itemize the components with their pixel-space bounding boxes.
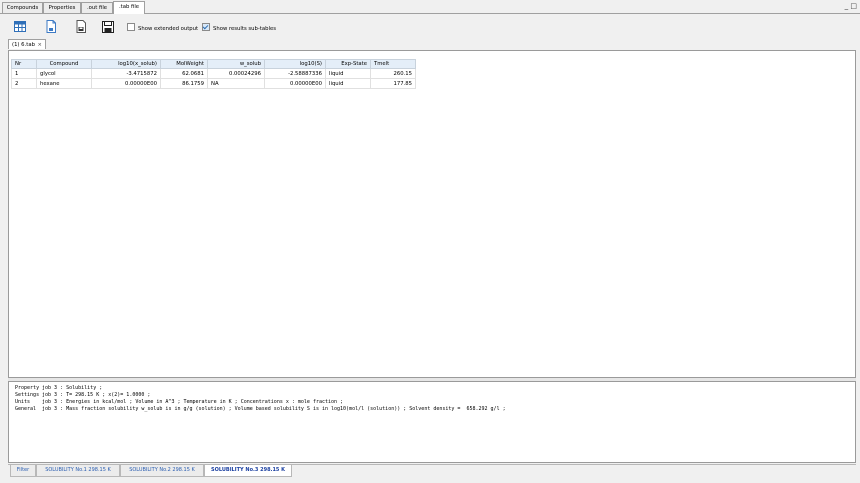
top-tab-bar: Compounds Properties .out file .tab file…	[0, 0, 860, 14]
cell-compound[interactable]: hexane	[36, 78, 92, 89]
cell-nr[interactable]: 1	[11, 68, 37, 79]
cell-nr[interactable]: 2	[11, 78, 37, 89]
cell-tmelt[interactable]: 177.85	[370, 78, 416, 89]
col-header-log10-s[interactable]: log10(S)	[264, 59, 326, 69]
tab-solubility-1[interactable]: SOLUBILITY No.1 298.15 K	[36, 465, 120, 477]
subtables-label: Show results sub-tables	[213, 26, 276, 32]
tab-tab-file[interactable]: .tab file	[113, 1, 145, 14]
checkbox-unchecked-icon	[127, 23, 135, 31]
table-header-row: Nr Compound log10(x_solub) MolWeight w_s…	[11, 59, 416, 69]
cell-log10-s[interactable]: 0.00000E00	[264, 78, 326, 89]
extended-output-checkbox[interactable]: Show extended output	[127, 23, 199, 32]
results-table-panel: Nr Compound log10(x_solub) MolWeight w_s…	[8, 50, 856, 378]
info-text: job 3 : Solubility ;	[42, 385, 103, 391]
info-key: Property	[15, 385, 40, 391]
window-controls[interactable]: _ □	[845, 1, 857, 11]
new-file-icon[interactable]	[45, 20, 57, 33]
cell-w-solub[interactable]: NA	[207, 78, 265, 89]
table-icon[interactable]	[14, 20, 26, 33]
info-key: Units	[15, 399, 31, 405]
cell-tmelt[interactable]: 260.15	[370, 68, 416, 79]
info-line-settings: Settings job 3 : T= 298.15 K ; x(2)= 1.0…	[15, 392, 150, 399]
tab-solubility-3[interactable]: SOLUBILITY No.3 298.15 K	[204, 465, 292, 477]
info-key: Settings	[15, 392, 40, 398]
info-line-units: Units job 3 : Energies in kcal/mol ; Vol…	[15, 399, 343, 406]
tab-properties[interactable]: Properties	[43, 2, 81, 13]
col-header-tmelt[interactable]: Tmelt	[370, 59, 416, 69]
tab-out-file[interactable]: .out file	[81, 2, 113, 13]
col-header-log10-x-solub[interactable]: log10(x_solub)	[91, 59, 161, 69]
extended-output-label: Show extended output	[138, 26, 199, 32]
col-header-exp-state[interactable]: Exp-State	[325, 59, 371, 69]
bottom-tab-bar: Filter SOLUBILITY No.1 298.15 K SOLUBILI…	[8, 464, 856, 477]
document-tab[interactable]: (1) 6.tab ×	[8, 39, 46, 49]
col-header-nr[interactable]: Nr	[11, 59, 37, 69]
cell-log10-x-solub[interactable]: -3.4715872	[91, 68, 161, 79]
close-tab-icon[interactable]: ×	[38, 40, 42, 50]
table-row[interactable]: 2 hexane 0.00000E00 86.1759 NA 0.00000E0…	[11, 78, 416, 89]
table-row[interactable]: 1 glycol -3.4715872 62.0681 0.00024296 -…	[11, 68, 416, 79]
cell-exp-state[interactable]: liquid	[325, 68, 371, 79]
cell-exp-state[interactable]: liquid	[325, 78, 371, 89]
info-text-panel: Property job 3 : Solubility ; Settings j…	[8, 381, 856, 463]
save-icon[interactable]	[102, 20, 114, 33]
cell-log10-x-solub[interactable]: 0.00000E00	[91, 78, 161, 89]
cell-w-solub[interactable]: 0.00024296	[207, 68, 265, 79]
subtables-checkbox[interactable]: Show results sub-tables	[202, 23, 276, 32]
info-text: job 3 : Mass fraction solubility w_solub…	[42, 406, 506, 412]
cell-compound[interactable]: glycol	[36, 68, 92, 79]
col-header-molweight[interactable]: MolWeight	[160, 59, 208, 69]
cell-log10-s[interactable]: -2.58887336	[264, 68, 326, 79]
toolbar: Show extended output Show results sub-ta…	[0, 14, 860, 38]
document-tab-label: (1) 6.tab	[12, 42, 35, 48]
col-header-compound[interactable]: Compound	[36, 59, 92, 69]
tab-filter[interactable]: Filter	[10, 465, 36, 477]
info-text: job 3 : T= 298.15 K ; x(2)= 1.0000 ;	[42, 392, 151, 398]
results-table: Nr Compound log10(x_solub) MolWeight w_s…	[11, 59, 416, 89]
info-line-property: Property job 3 : Solubility ;	[15, 385, 102, 392]
tab-compounds[interactable]: Compounds	[2, 2, 43, 13]
info-line-general: General job 3 : Mass fraction solubility…	[15, 406, 506, 413]
open-file-icon[interactable]	[75, 20, 87, 33]
cell-molweight[interactable]: 62.0681	[160, 68, 208, 79]
cell-molweight[interactable]: 86.1759	[160, 78, 208, 89]
checkbox-checked-icon	[202, 23, 210, 31]
info-text: job 3 : Energies in kcal/mol ; Volume in…	[42, 399, 344, 405]
tab-solubility-2[interactable]: SOLUBILITY No.2 298.15 K	[120, 465, 204, 477]
col-header-w-solub[interactable]: w_solub	[207, 59, 265, 69]
info-key: General	[15, 406, 37, 412]
